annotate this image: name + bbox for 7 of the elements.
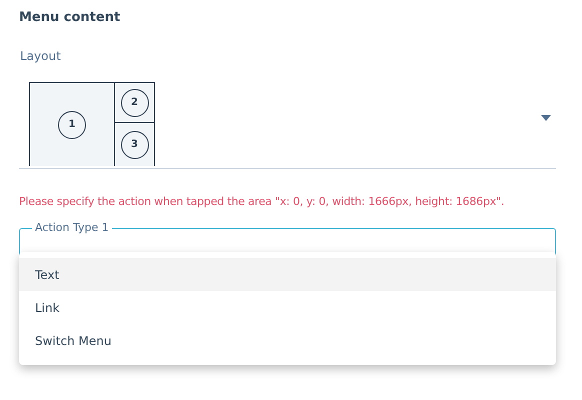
field-label: Action Type 1 bbox=[32, 221, 112, 234]
area-number: 2 bbox=[120, 88, 148, 116]
area-number: 1 bbox=[58, 110, 86, 138]
section-title: Menu content bbox=[19, 9, 122, 27]
area-number: 3 bbox=[120, 130, 148, 158]
layout-label: Layout bbox=[20, 49, 62, 63]
error-message: Please specify the action when tapped the area "x: 0, y: 0, width: 1666px, height: 1686px". bbox=[19, 195, 506, 208]
